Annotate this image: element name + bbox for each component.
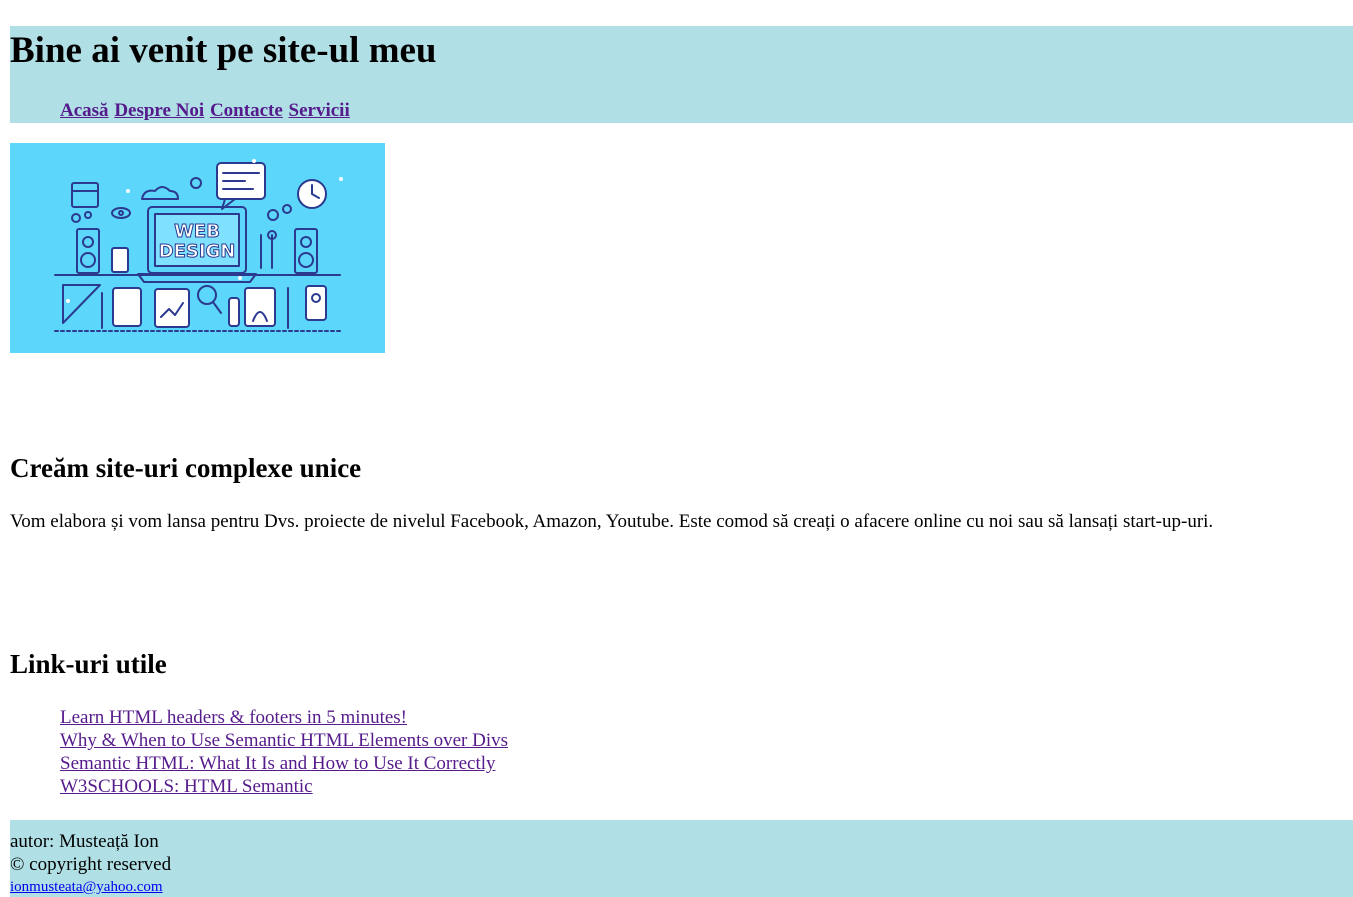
banner-text-design: DESIGN: [159, 241, 236, 262]
site-header: Bine ai venit pe site-ul meu Acasă Despr…: [10, 26, 1353, 123]
useful-links-list: Learn HTML headers & footers in 5 minute…: [60, 706, 508, 798]
copyright-text: © copyright reserved: [10, 854, 172, 875]
useful-links-heading: Link-uri utile: [10, 649, 167, 679]
web-design-banner-image: WEB DESIGN: [10, 143, 385, 353]
nav-link-servicii[interactable]: Servicii: [289, 100, 350, 121]
list-item: Semantic HTML: What It Is and How to Use…: [60, 752, 508, 775]
banner-text-web: WEB: [174, 221, 220, 242]
list-item: Learn HTML headers & footers in 5 minute…: [60, 706, 508, 729]
list-item: W3SCHOOLS: HTML Semantic: [60, 775, 508, 798]
author-text: autor: Musteață Ion: [10, 831, 159, 852]
list-item: Why & When to Use Semantic HTML Elements…: [60, 729, 508, 752]
services-heading: Creăm site-uri complexe unice: [10, 453, 362, 483]
link-semantic-over-divs[interactable]: Why & When to Use Semantic HTML Elements…: [60, 730, 508, 751]
email-link[interactable]: ionmusteata@yahoo.com: [10, 879, 163, 895]
services-paragraph: Vom elabora și vom lansa pentru Dvs. pro…: [10, 511, 1214, 532]
main-nav: Acasă Despre Noi Contacte Servicii: [60, 99, 351, 123]
link-w3schools-semantic[interactable]: W3SCHOOLS: HTML Semantic: [60, 776, 313, 797]
nav-link-acasa[interactable]: Acasă: [60, 100, 109, 121]
site-footer: autor: Musteață Ion © copyright reserved…: [10, 820, 1353, 897]
nav-link-despre-noi[interactable]: Despre Noi: [114, 100, 204, 121]
link-semantic-html-correctly[interactable]: Semantic HTML: What It Is and How to Use…: [60, 753, 496, 774]
link-html-headers-footers[interactable]: Learn HTML headers & footers in 5 minute…: [60, 707, 407, 728]
nav-link-contacte[interactable]: Contacte: [210, 100, 283, 121]
email-line: ionmusteata@yahoo.com: [10, 878, 163, 897]
page-title: Bine ai venit pe site-ul meu: [10, 30, 437, 71]
